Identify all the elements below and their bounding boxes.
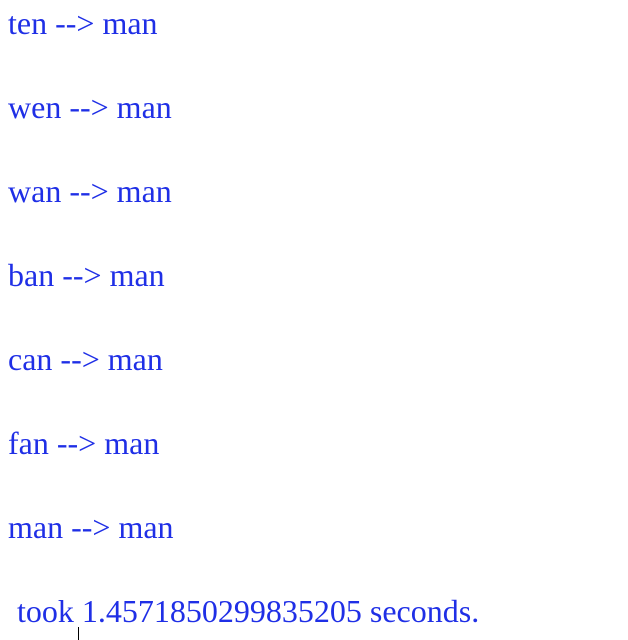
output-line: wen --> man bbox=[8, 89, 172, 125]
output-line: ban --> man bbox=[8, 257, 165, 293]
output-line: wan --> man bbox=[8, 173, 172, 209]
output-line: ten --> man bbox=[8, 5, 158, 41]
text-cursor bbox=[78, 627, 79, 640]
output-line: fan --> man bbox=[8, 425, 160, 461]
output-log: ten --> man wen --> man wan --> man ban … bbox=[8, 0, 618, 634]
output-line: man --> man bbox=[8, 509, 174, 545]
output-line: can --> man bbox=[8, 341, 163, 377]
timing-line: took 1.4571850299835205 seconds. bbox=[17, 593, 480, 629]
